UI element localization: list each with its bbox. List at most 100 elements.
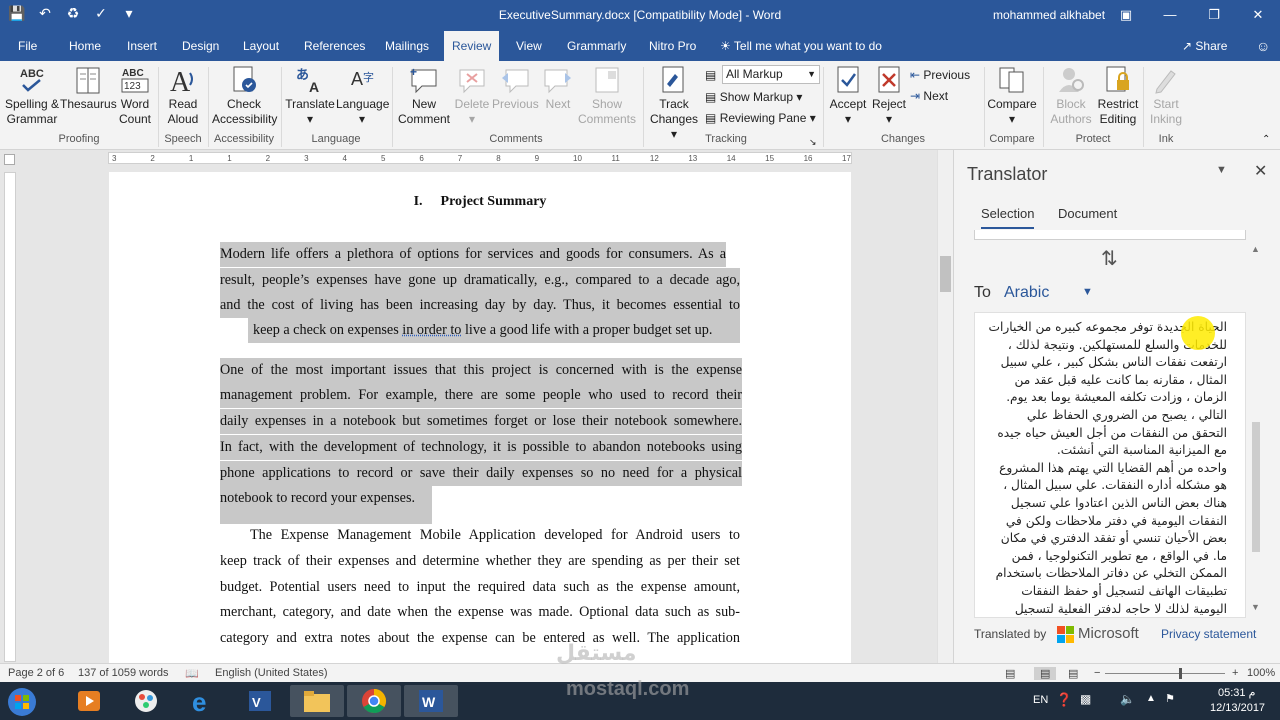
file-explorer-icon[interactable] [290, 685, 344, 717]
previous-change-button[interactable]: ⇤ Previous [910, 66, 970, 84]
track-changes-button[interactable]: Track Changes ▾ [646, 65, 702, 142]
paint-icon[interactable] [119, 685, 173, 717]
horizontal-ruler[interactable]: 3 2 1 1 2 3 4 5 6 7 8 9 10 11 12 13 14 15 16 17 [108, 152, 852, 164]
next-comment-button[interactable]: Next [538, 65, 578, 112]
vertical-ruler[interactable] [4, 172, 16, 662]
scroll-down-icon[interactable]: ▼ [1251, 602, 1260, 612]
zoom-out-icon[interactable]: − [1094, 667, 1100, 679]
tab-references[interactable]: References [296, 31, 373, 61]
accept-button[interactable]: Accept ▾ [826, 65, 870, 127]
tab-grammarly[interactable]: Grammarly [559, 31, 634, 61]
start-inking-button[interactable]: Start Inking [1146, 65, 1186, 127]
show-markup-dropdown[interactable]: ▤ Show Markup ▾ [705, 88, 802, 106]
tab-home[interactable]: Home [61, 31, 109, 61]
previous-comment-button[interactable]: Previous [492, 65, 539, 112]
visual-studio-icon[interactable]: V [233, 685, 287, 717]
help-icon[interactable]: ❓ [1056, 692, 1072, 708]
zoom-slider-knob[interactable] [1179, 668, 1182, 679]
tab-mailings[interactable]: Mailings [377, 31, 437, 61]
document-page[interactable]: I. Project Summary Modern life offers a p… [109, 172, 851, 672]
save-icon[interactable]: 💾 [8, 4, 26, 22]
tab-file[interactable]: File [10, 31, 45, 61]
target-language-select[interactable]: Arabic [1004, 284, 1049, 302]
ruler-tick-label: 4 [342, 154, 347, 163]
clock-date[interactable]: 12/13/2017 [1210, 702, 1265, 714]
swap-languages-icon[interactable]: ⇅ [1101, 246, 1118, 271]
close-pane-icon[interactable]: ✕ [1254, 161, 1267, 181]
web-layout-icon[interactable]: ▤ [1068, 667, 1078, 680]
scrollbar-thumb[interactable] [1252, 422, 1260, 552]
translation-output[interactable]: الحياة الجديدة توفر مجموعه كبيره من الخي… [974, 312, 1246, 618]
new-comment-button[interactable]: + New Comment [396, 65, 452, 127]
read-aloud-button[interactable]: A Read Aloud [163, 65, 203, 127]
volume-icon[interactable]: 🔈 [1120, 692, 1135, 706]
reject-button[interactable]: Reject ▾ [870, 65, 908, 127]
clock-time[interactable]: 05:31 م [1218, 686, 1255, 699]
grammar-flag[interactable]: in order to [402, 322, 461, 338]
user-name[interactable]: mohammed alkhabet [993, 8, 1105, 22]
spelling-grammar-button[interactable]: ABC Spelling & Grammar [4, 65, 60, 127]
restore-button[interactable]: ❐ [1192, 0, 1236, 31]
spelling-check-icon[interactable]: ✓ [92, 4, 110, 22]
compare-button[interactable]: Compare ▾ [986, 65, 1038, 127]
repeat-icon[interactable]: ♻ [64, 4, 82, 22]
media-player-icon[interactable] [62, 685, 116, 717]
check-accessibility-button[interactable]: Check Accessibility [212, 65, 277, 127]
ribbon-display-options-icon[interactable]: ▣ [1104, 0, 1148, 31]
input-language[interactable]: EN [1033, 694, 1048, 706]
restrict-editing-button[interactable]: Restrict Editing [1096, 65, 1140, 127]
action-center-icon[interactable]: ⚑ [1165, 692, 1175, 705]
tab-design[interactable]: Design [174, 31, 227, 61]
zoom-level[interactable]: 100% [1247, 667, 1275, 679]
next-change-button[interactable]: ⇥ Next [910, 87, 948, 105]
zoom-slider[interactable] [1105, 673, 1225, 674]
collapse-ribbon-icon[interactable]: ⌃ [1262, 131, 1270, 149]
read-mode-icon[interactable]: ▤ [1005, 667, 1015, 680]
thesaurus-button[interactable]: Thesaurus [60, 65, 117, 112]
chevron-down-icon[interactable]: ▼ [1082, 286, 1093, 298]
display-for-review-select[interactable]: All Markup ▼ [722, 65, 820, 84]
pane-scrollbar[interactable]: ▲ ▼ [1250, 242, 1262, 618]
show-comments-button[interactable]: Show Comments [578, 65, 636, 127]
page-indicator[interactable]: Page 2 of 6 [8, 667, 64, 679]
tab-insert[interactable]: Insert [119, 31, 165, 61]
proofing-status-icon[interactable]: 📖 [185, 667, 199, 680]
tab-selection[interactable]: Selection [981, 206, 1035, 229]
scroll-up-icon[interactable]: ▲ [1251, 244, 1260, 254]
scrollbar-thumb[interactable] [940, 256, 951, 292]
zoom-in-icon[interactable]: + [1232, 667, 1238, 679]
tracking-options-launcher[interactable]: ↘ [809, 133, 817, 151]
tab-view[interactable]: View [508, 31, 550, 61]
document-scrollbar[interactable] [937, 150, 953, 663]
language-status[interactable]: English (United States) [215, 667, 328, 679]
tab-nitro-pro[interactable]: Nitro Pro [641, 31, 704, 61]
customize-qat-icon[interactable]: ▾ [120, 4, 138, 22]
share-button[interactable]: ↗ Share [1182, 31, 1227, 61]
start-button[interactable] [0, 685, 44, 717]
tab-review[interactable]: Review [444, 31, 500, 61]
tell-me-search[interactable]: ☀ Tell me what you want to do [720, 31, 882, 61]
reviewing-pane-dropdown[interactable]: ▤ Reviewing Pane ▾ [705, 109, 816, 127]
delete-comment-button[interactable]: Delete ▾ [452, 65, 492, 127]
close-button[interactable]: ✕ [1236, 0, 1280, 31]
feedback-smiley-icon[interactable]: ☺ [1256, 38, 1272, 54]
source-text-box[interactable] [974, 230, 1246, 240]
tab-selector[interactable] [4, 154, 15, 165]
internet-explorer-icon[interactable]: e [176, 685, 230, 717]
tab-layout[interactable]: Layout [235, 31, 287, 61]
word-icon[interactable]: W [404, 685, 458, 717]
chrome-icon[interactable] [347, 685, 401, 717]
block-authors-button[interactable]: Block Authors [1046, 65, 1096, 127]
pane-options-icon[interactable]: ▼ [1216, 164, 1227, 176]
show-hidden-icons[interactable]: ▲ [1146, 693, 1156, 704]
language-button[interactable]: A字 Language ▾ [336, 65, 389, 127]
minimize-button[interactable]: — [1148, 0, 1192, 31]
tab-document[interactable]: Document [1058, 206, 1117, 221]
word-count[interactable]: 137 of 1059 words [78, 667, 169, 679]
network-icon[interactable]: ▩ [1080, 692, 1091, 706]
undo-icon[interactable]: ↶ [36, 4, 54, 22]
word-count-button[interactable]: ABC 123 Word Count [116, 65, 154, 127]
translate-button[interactable]: あA Translate ▾ [285, 65, 335, 127]
print-layout-icon[interactable]: ▤ [1034, 667, 1057, 680]
privacy-statement-link[interactable]: Privacy statement [1161, 627, 1256, 641]
